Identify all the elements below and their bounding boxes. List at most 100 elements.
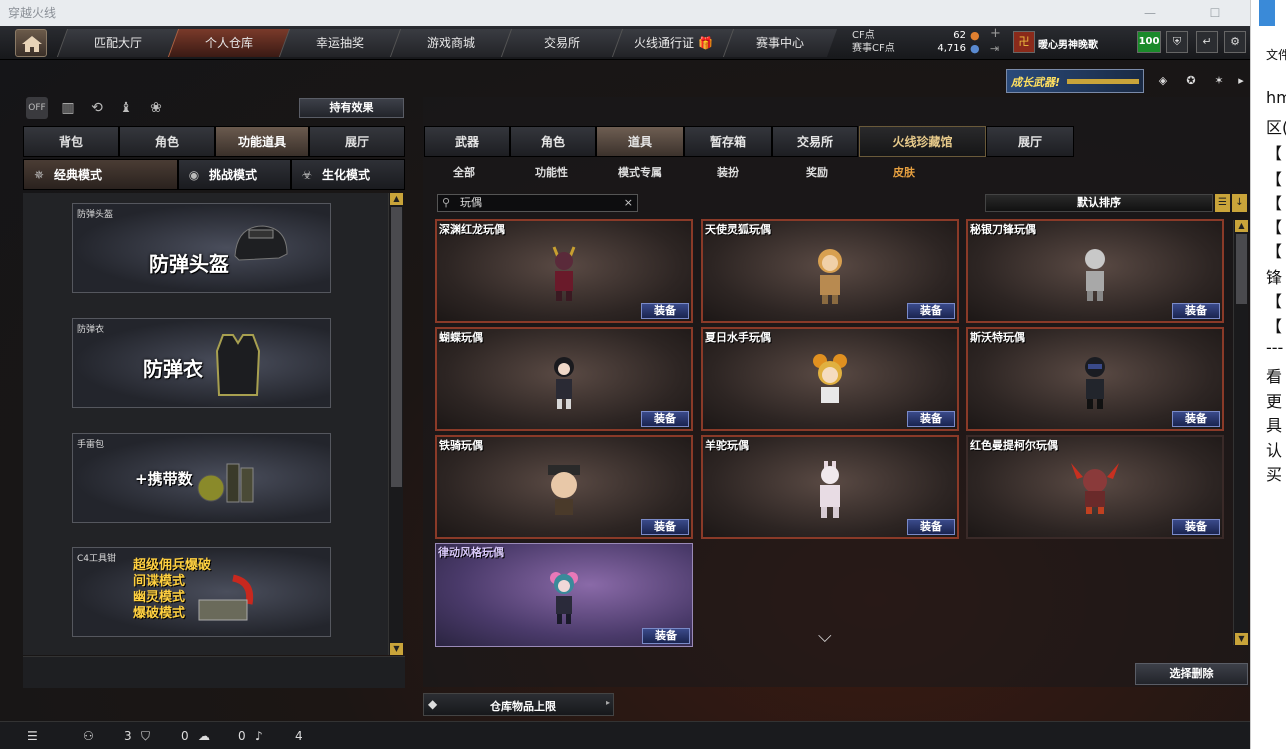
notepad-line: 更: [1266, 392, 1283, 411]
clear-search-icon[interactable]: ×: [624, 195, 633, 211]
storage-limit-bar[interactable]: ◆ 仓库物品上限 ▸: [423, 693, 614, 716]
scroll-up-icon[interactable]: ▲: [390, 193, 403, 205]
left-tab-backpack[interactable]: 背包: [23, 126, 119, 157]
item-abyss-dragon-doll[interactable]: 深渊红龙玩偶 装备: [435, 219, 693, 323]
scroll-thumb[interactable]: [1236, 234, 1247, 304]
equip-button[interactable]: 装备: [907, 411, 955, 427]
item-card-c4-tool[interactable]: C4工具钳 超级佣兵爆破 间谍模式 幽灵模式 爆破模式: [72, 547, 331, 637]
subtab-all[interactable]: 全部: [453, 164, 475, 180]
item-alpaca-doll[interactable]: 羊驼玩偶 装备: [701, 435, 959, 539]
refresh-icon[interactable]: ●: [970, 42, 980, 55]
left-tab-character[interactable]: 角色: [119, 126, 215, 157]
right-tab-items[interactable]: 道具: [596, 126, 684, 157]
add-cf-icon[interactable]: +: [990, 26, 1001, 41]
subtab-skins[interactable]: 皮肤: [893, 164, 915, 180]
search-icon: ⚲: [442, 196, 451, 209]
mode-classic[interactable]: ✵ 经典模式: [23, 159, 178, 190]
select-delete-button[interactable]: 选择删除: [1135, 663, 1248, 685]
scroll-down-icon[interactable]: ▼: [1235, 633, 1248, 645]
left-tab-showroom[interactable]: 展厅: [309, 126, 405, 157]
nav-exchange[interactable]: 交易所: [500, 29, 624, 57]
friends-icon[interactable]: ⚇: [83, 729, 94, 743]
equip-button[interactable]: 装备: [1172, 519, 1220, 535]
guild-shield-icon[interactable]: ⛉: [141, 729, 150, 744]
nav-lucky-draw[interactable]: 幸运抽奖: [278, 29, 402, 57]
mode-challenge[interactable]: ◉ 挑战模式: [178, 159, 291, 190]
scroll-up-icon[interactable]: ▲: [1235, 220, 1248, 232]
emblem-icon-1[interactable]: ◈: [1152, 71, 1174, 93]
sort-direction-icon[interactable]: ↓: [1232, 194, 1247, 212]
nav-personal-storage[interactable]: 个人仓库: [167, 29, 291, 57]
right-tab-character[interactable]: 角色: [510, 126, 596, 157]
item-card-armor[interactable]: 防弹衣 防弹衣: [72, 318, 331, 408]
scroll-thumb[interactable]: [391, 207, 402, 487]
equip-button[interactable]: 装备: [641, 519, 689, 535]
bag-icon[interactable]: ❀: [145, 97, 167, 119]
scroll-down-icon[interactable]: ▼: [390, 643, 403, 655]
nav-game-mall[interactable]: 游戏商城: [389, 29, 513, 57]
subtab-functional[interactable]: 功能性: [535, 164, 568, 180]
subtab-outfit[interactable]: 装扮: [717, 164, 739, 180]
right-tab-exchange[interactable]: 交易所: [772, 126, 858, 157]
notepad-line: 【: [1266, 170, 1283, 189]
item-card-grenade-pack[interactable]: 手雷包 +携带数: [72, 433, 331, 523]
maximize-button[interactable]: ☐: [1195, 0, 1235, 26]
item-butterfly-doll[interactable]: 蝴蝶玩偶 装备: [435, 327, 693, 431]
item-red-manticore-doll[interactable]: 红色曼提柯尔玩偶 装备: [966, 435, 1224, 539]
equip-button[interactable]: 装备: [642, 628, 690, 644]
right-scrollbar[interactable]: ▲ ▼: [1233, 220, 1248, 645]
back-icon[interactable]: ↵: [1196, 31, 1218, 53]
equip-button[interactable]: 装备: [1172, 411, 1220, 427]
notepad-line: 【: [1266, 242, 1283, 261]
search-input[interactable]: ⚲ 玩偶 ×: [437, 194, 638, 212]
equip-button[interactable]: 装备: [1172, 303, 1220, 319]
nav-event-center[interactable]: 赛事中心: [722, 29, 838, 57]
item-rhythm-style-doll[interactable]: 律动风格玩偶 装备: [435, 543, 693, 647]
home-button[interactable]: [15, 29, 47, 57]
item-summer-sailor-doll[interactable]: 夏日水手玩偶 装备: [701, 327, 959, 431]
equip-button[interactable]: 装备: [641, 303, 689, 319]
right-tab-showroom[interactable]: 展厅: [986, 126, 1074, 157]
notepad-line: 【: [1266, 144, 1283, 163]
left-tab-function-items[interactable]: 功能道具: [215, 126, 309, 157]
equip-button[interactable]: 装备: [641, 411, 689, 427]
emblem-icon-2[interactable]: ✪: [1180, 71, 1202, 93]
left-scrollbar[interactable]: ▲ ▼: [388, 193, 403, 655]
equip-button[interactable]: 装备: [907, 303, 955, 319]
mode-zombie[interactable]: ☣ 生化模式: [291, 159, 405, 190]
subtab-rewards[interactable]: 奖励: [806, 164, 828, 180]
item-mithril-blade-doll[interactable]: 秘银刀锋玩偶 装备: [966, 219, 1224, 323]
nav-match-lobby[interactable]: 匹配大厅: [56, 29, 180, 57]
list-view-icon[interactable]: ☰: [1215, 194, 1230, 212]
right-tab-temp-box[interactable]: 暂存箱: [684, 126, 772, 157]
toggle-off-icon[interactable]: OFF: [26, 97, 48, 119]
item-swat-doll[interactable]: 斯沃特玩偶 装备: [966, 327, 1224, 431]
effect-button[interactable]: 持有效果: [299, 98, 404, 118]
character-icon[interactable]: ♝: [115, 97, 137, 119]
menu-list-icon[interactable]: ☰: [27, 729, 38, 743]
item-iron-rider-doll[interactable]: 铁骑玩偶 装备: [435, 435, 693, 539]
right-tab-collection[interactable]: 火线珍藏馆: [859, 126, 986, 157]
item-card-helmet[interactable]: 防弹头盔 防弹头盔: [72, 203, 331, 293]
speaker-icon[interactable]: ♪: [255, 729, 263, 743]
rotate-icon[interactable]: ⟲: [86, 97, 108, 119]
expand-chevron-icon[interactable]: ⌵: [818, 626, 832, 647]
butterfly-doll-icon: [554, 357, 574, 409]
right-tab-weapons[interactable]: 武器: [424, 126, 510, 157]
notepad-menu-file[interactable]: 文件: [1266, 46, 1286, 63]
emblem-icon-4[interactable]: ▸: [1234, 71, 1248, 93]
stats-icon[interactable]: ▥: [57, 97, 79, 119]
equip-button[interactable]: 装备: [907, 519, 955, 535]
nav-battle-pass[interactable]: 火线通行证 🎁: [611, 29, 735, 57]
subtab-mode-exclusive[interactable]: 模式专属: [618, 164, 662, 180]
shield-icon[interactable]: ⛨: [1166, 31, 1188, 53]
growth-weapon-banner[interactable]: 成长武器!: [1006, 69, 1144, 93]
cart-icon[interactable]: ⇥: [990, 42, 999, 55]
settings-gear-icon[interactable]: ⚙: [1224, 31, 1246, 53]
sort-dropdown[interactable]: 默认排序: [985, 194, 1213, 212]
chat-icon[interactable]: ☁: [198, 729, 210, 743]
item-angel-fox-doll[interactable]: 天使灵狐玩偶 装备: [701, 219, 959, 323]
minimize-button[interactable]: —: [1130, 0, 1170, 26]
emblem-icon-3[interactable]: ✶: [1208, 71, 1230, 93]
notepad-line: 区(: [1266, 118, 1286, 137]
